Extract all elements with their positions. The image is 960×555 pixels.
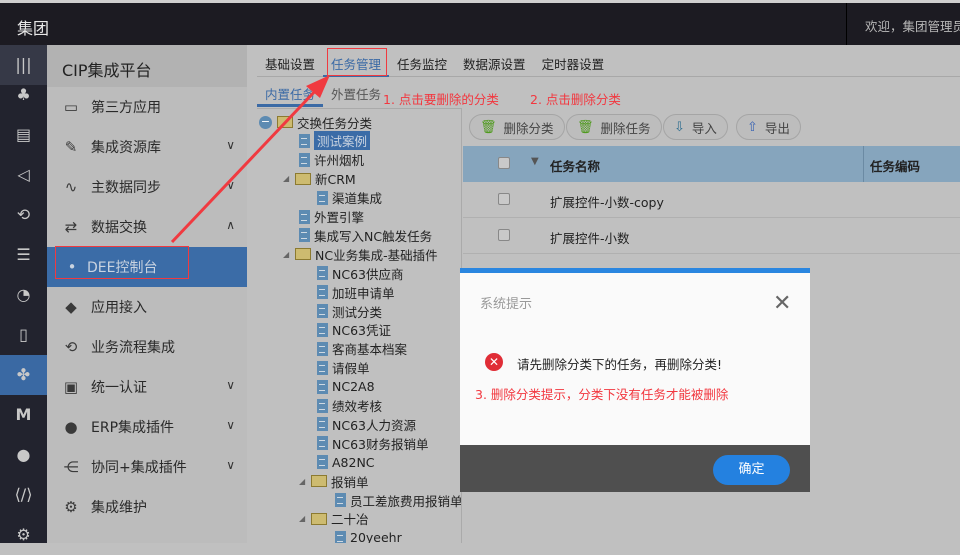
annotation-arrow <box>170 75 330 244</box>
